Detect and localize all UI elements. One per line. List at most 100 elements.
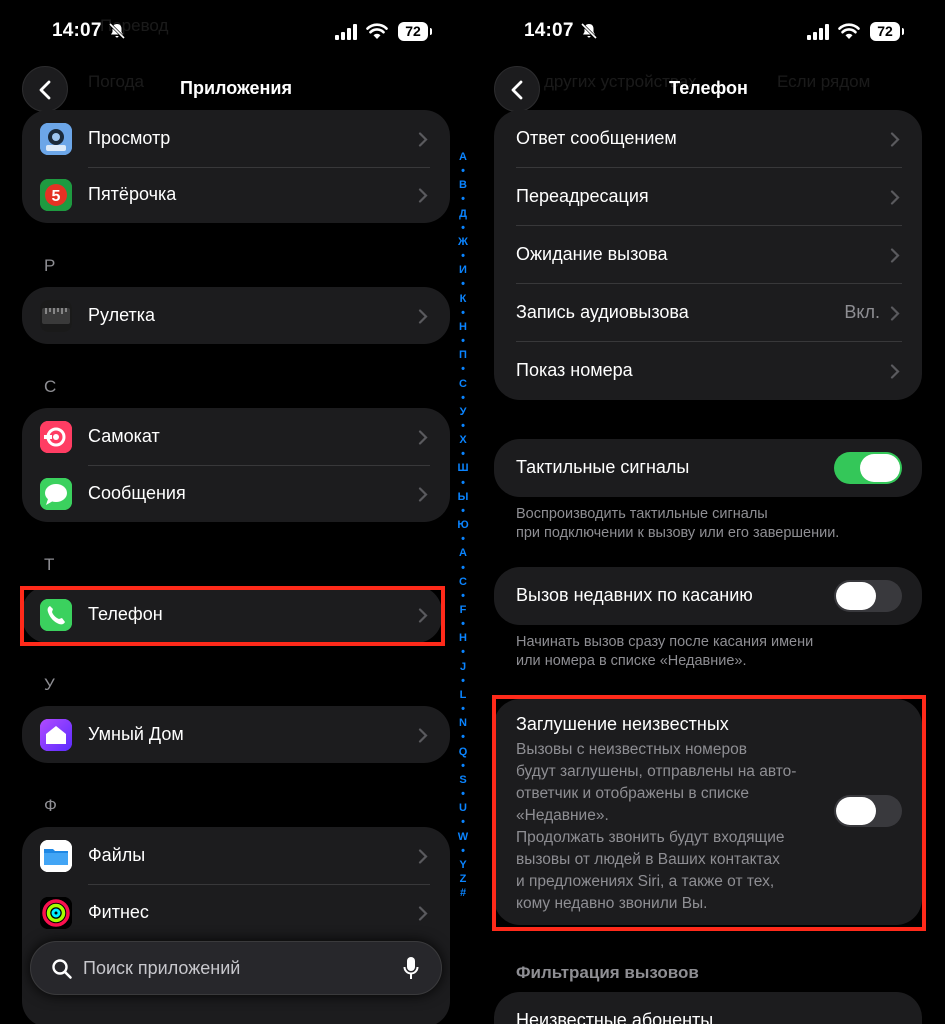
index-dot[interactable]: •	[452, 192, 472, 206]
index-dot[interactable]: •	[452, 617, 472, 631]
app-row-messages[interactable]: Сообщения	[22, 465, 450, 522]
index-dot[interactable]: •	[452, 532, 472, 546]
app-row-preview[interactable]: Просмотр	[22, 110, 450, 168]
index-dot[interactable]: •	[452, 844, 472, 858]
search-bar[interactable]: Поиск приложений	[30, 941, 442, 995]
preview-icon	[40, 123, 72, 155]
index-dot[interactable]: •	[452, 221, 472, 235]
index-letter[interactable]: U	[452, 801, 472, 815]
index-letter[interactable]: И	[452, 263, 472, 277]
apps-group-s: Самокат Сообщения	[22, 408, 450, 522]
index-letter[interactable]: Ш	[452, 461, 472, 475]
microphone-icon[interactable]	[403, 956, 419, 982]
index-dot[interactable]: •	[452, 362, 472, 376]
row-haptics: Тактильные сигналы	[494, 439, 922, 497]
samokat-icon	[40, 421, 72, 453]
chevron-right-icon	[418, 132, 428, 147]
index-dot[interactable]: •	[452, 476, 472, 490]
chevron-right-icon	[418, 728, 428, 743]
index-letter[interactable]: Q	[452, 745, 472, 759]
index-dot[interactable]: •	[452, 306, 472, 320]
index-letter[interactable]: N	[452, 716, 472, 730]
status-time: 14:07	[52, 20, 102, 41]
phone-settings-screen: других устройствах Если рядом 14:07 72 Т…	[472, 0, 945, 1024]
row-show-caller-id[interactable]: Показ номера	[494, 342, 922, 400]
row-label: Показ номера	[516, 360, 633, 380]
row-label: Ответ сообщением	[516, 128, 677, 148]
row-reply-message[interactable]: Ответ сообщением	[494, 110, 922, 168]
index-dot[interactable]: •	[452, 787, 472, 801]
app-row-home[interactable]: Умный Дом	[22, 706, 450, 763]
chevron-right-icon	[890, 306, 900, 321]
index-letter[interactable]: H	[452, 631, 472, 645]
index-letter[interactable]: Н	[452, 320, 472, 334]
index-dot[interactable]: •	[452, 645, 472, 659]
index-letter[interactable]: Ю	[452, 518, 472, 532]
index-dot[interactable]: •	[452, 589, 472, 603]
app-row-files[interactable]: Файлы	[22, 827, 450, 885]
app-label: Фитнес	[88, 902, 149, 922]
tap-recents-toggle[interactable]	[834, 580, 902, 612]
index-dot[interactable]: •	[452, 447, 472, 461]
app-label: Умный Дом	[88, 724, 184, 744]
index-dot[interactable]: •	[452, 702, 472, 716]
app-row-samokat[interactable]: Самокат	[22, 408, 450, 466]
index-letter[interactable]: Y	[452, 858, 472, 872]
index-dot[interactable]: •	[452, 815, 472, 829]
index-letter[interactable]: У	[452, 405, 472, 419]
index-letter[interactable]: С	[452, 377, 472, 391]
index-letter[interactable]: L	[452, 688, 472, 702]
index-dot[interactable]: •	[452, 249, 472, 263]
index-dot[interactable]: •	[452, 334, 472, 348]
chevron-right-icon	[418, 430, 428, 445]
page-title: Приложения	[180, 78, 292, 98]
silent-bell-icon	[580, 22, 598, 40]
index-letter[interactable]: П	[452, 348, 472, 362]
index-dot[interactable]: •	[452, 759, 472, 773]
row-call-waiting[interactable]: Ожидание вызова	[494, 226, 922, 284]
home-icon	[40, 719, 72, 751]
index-letter[interactable]: C	[452, 575, 472, 589]
app-label: Самокат	[88, 426, 160, 446]
index-letter[interactable]: #	[452, 886, 472, 900]
index-letter[interactable]: J	[452, 660, 472, 674]
index-letter[interactable]: Z	[452, 872, 472, 886]
index-letter[interactable]: F	[452, 603, 472, 617]
apps-group-r: Рулетка	[22, 287, 450, 344]
index-dot[interactable]: •	[452, 504, 472, 518]
row-call-recording[interactable]: Запись аудиовызова Вкл.	[494, 284, 922, 342]
row-call-forwarding[interactable]: Переадресация	[494, 168, 922, 226]
index-letter[interactable]: Д	[452, 207, 472, 221]
apps-screen: Перевод Погода 14:07 72 Приложения Просм…	[0, 0, 472, 1024]
app-label: Пятёрочка	[88, 184, 177, 204]
index-letter[interactable]: В	[452, 178, 472, 192]
row-label: Ожидание вызова	[516, 244, 668, 264]
app-row-fitness[interactable]: Фитнес	[22, 884, 450, 942]
index-letter[interactable]: S	[452, 773, 472, 787]
row-label: Вызов недавних по касанию	[516, 585, 753, 605]
index-dot[interactable]: •	[452, 391, 472, 405]
index-letter[interactable]: Ж	[452, 235, 472, 249]
haptics-group: Тактильные сигналы	[494, 439, 922, 497]
haptics-toggle[interactable]	[834, 452, 902, 484]
index-dot[interactable]: •	[452, 730, 472, 744]
app-row-pyaterochka[interactable]: 5 Пятёрочка	[22, 166, 450, 223]
row-unknown-callers[interactable]: Неизвестные абоненты	[494, 992, 922, 1024]
apps-group-u: Умный Дом	[22, 706, 450, 763]
index-letter[interactable]: Х	[452, 433, 472, 447]
row-value: Вкл.	[844, 302, 880, 322]
index-letter[interactable]: А	[452, 150, 472, 164]
index-letter[interactable]: W	[452, 830, 472, 844]
app-row-ruletka[interactable]: Рулетка	[22, 287, 450, 344]
index-dot[interactable]: •	[452, 164, 472, 178]
ruler-icon	[40, 300, 72, 332]
index-dot[interactable]: •	[452, 277, 472, 291]
app-label: Сообщения	[88, 483, 186, 503]
index-letter[interactable]: A	[452, 546, 472, 560]
index-letter[interactable]: Ы	[452, 490, 472, 504]
index-dot[interactable]: •	[452, 674, 472, 688]
index-dot[interactable]: •	[452, 419, 472, 433]
index-dot[interactable]: •	[452, 561, 472, 575]
alphabet-index[interactable]: А • В • Д • Ж • И • К • Н • П • С • У • Х • Ш • Ы • Ю • A • C • F • H • J • L •…	[452, 150, 472, 900]
index-letter[interactable]: К	[452, 292, 472, 306]
